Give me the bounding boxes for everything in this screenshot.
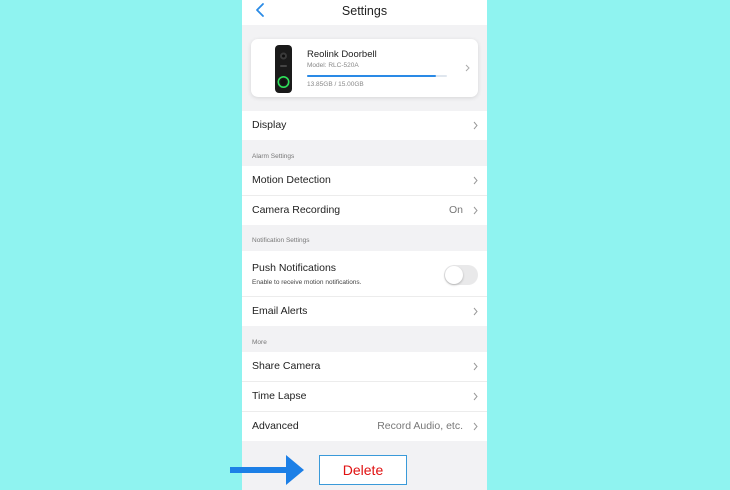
advanced-label: Advanced <box>252 420 299 432</box>
motion-detection-row[interactable]: Motion Detection <box>242 166 487 196</box>
advanced-row[interactable]: Advanced Record Audio, etc. <box>242 412 487 441</box>
chevron-right-icon <box>473 392 478 401</box>
chevron-right-icon <box>473 176 478 185</box>
push-notifications-toggle[interactable] <box>444 265 478 285</box>
share-camera-row[interactable]: Share Camera <box>242 352 487 382</box>
storage-progress-bar <box>307 75 447 77</box>
navigation-bar: Settings <box>242 0 487 25</box>
push-notifications-label: Push Notifications <box>252 262 337 274</box>
chevron-right-icon <box>465 64 470 72</box>
motion-detection-label: Motion Detection <box>252 174 331 186</box>
arrow-right-icon <box>230 455 304 485</box>
camera-recording-row[interactable]: Camera Recording On <box>242 196 487 225</box>
page-title: Settings <box>341 4 388 18</box>
time-lapse-row[interactable]: Time Lapse <box>242 382 487 412</box>
device-card[interactable]: Reolink Doorbell Model: RLC-520A 13.85GB… <box>251 39 478 97</box>
display-label: Display <box>252 119 287 131</box>
camera-recording-label: Camera Recording <box>252 204 341 216</box>
storage-progress-fill <box>307 75 436 77</box>
chevron-right-icon <box>473 422 478 431</box>
email-alerts-row[interactable]: Email Alerts <box>242 297 487 326</box>
chevron-right-icon <box>473 362 478 371</box>
push-notifications-subtitle: Enable to receive motion notifications. <box>252 279 362 286</box>
doorbell-device-image <box>275 45 292 93</box>
chevron-right-icon <box>473 206 478 215</box>
more-header: More <box>252 339 267 346</box>
advanced-value: Record Audio, etc. <box>377 420 463 432</box>
alarm-settings-group: Motion Detection Camera Recording On <box>242 166 487 225</box>
chevron-right-icon <box>473 121 478 130</box>
notification-settings-header: Notification Settings <box>252 237 310 244</box>
time-lapse-label: Time Lapse <box>252 390 307 402</box>
device-model: Model: RLC-520A <box>307 62 359 69</box>
push-notifications-row: Push Notifications Enable to receive mot… <box>242 251 487 297</box>
camera-recording-value: On <box>448 204 463 216</box>
display-group: Display <box>242 111 487 140</box>
delete-button[interactable]: Delete <box>319 455 407 485</box>
more-group: Share Camera Time Lapse Advanced Record … <box>242 352 487 441</box>
settings-screen: Settings Reolink Doorbell Model: RLC-520… <box>242 0 487 490</box>
toggle-knob <box>445 266 463 284</box>
display-row[interactable]: Display <box>242 111 487 140</box>
email-alerts-label: Email Alerts <box>252 305 308 317</box>
alarm-settings-header: Alarm Settings <box>252 153 295 160</box>
device-name: Reolink Doorbell <box>307 49 377 60</box>
chevron-right-icon <box>473 307 478 316</box>
share-camera-label: Share Camera <box>252 360 321 372</box>
storage-usage: 13.85GB / 15.00GB <box>307 81 364 88</box>
notification-settings-group: Push Notifications Enable to receive mot… <box>242 251 487 326</box>
